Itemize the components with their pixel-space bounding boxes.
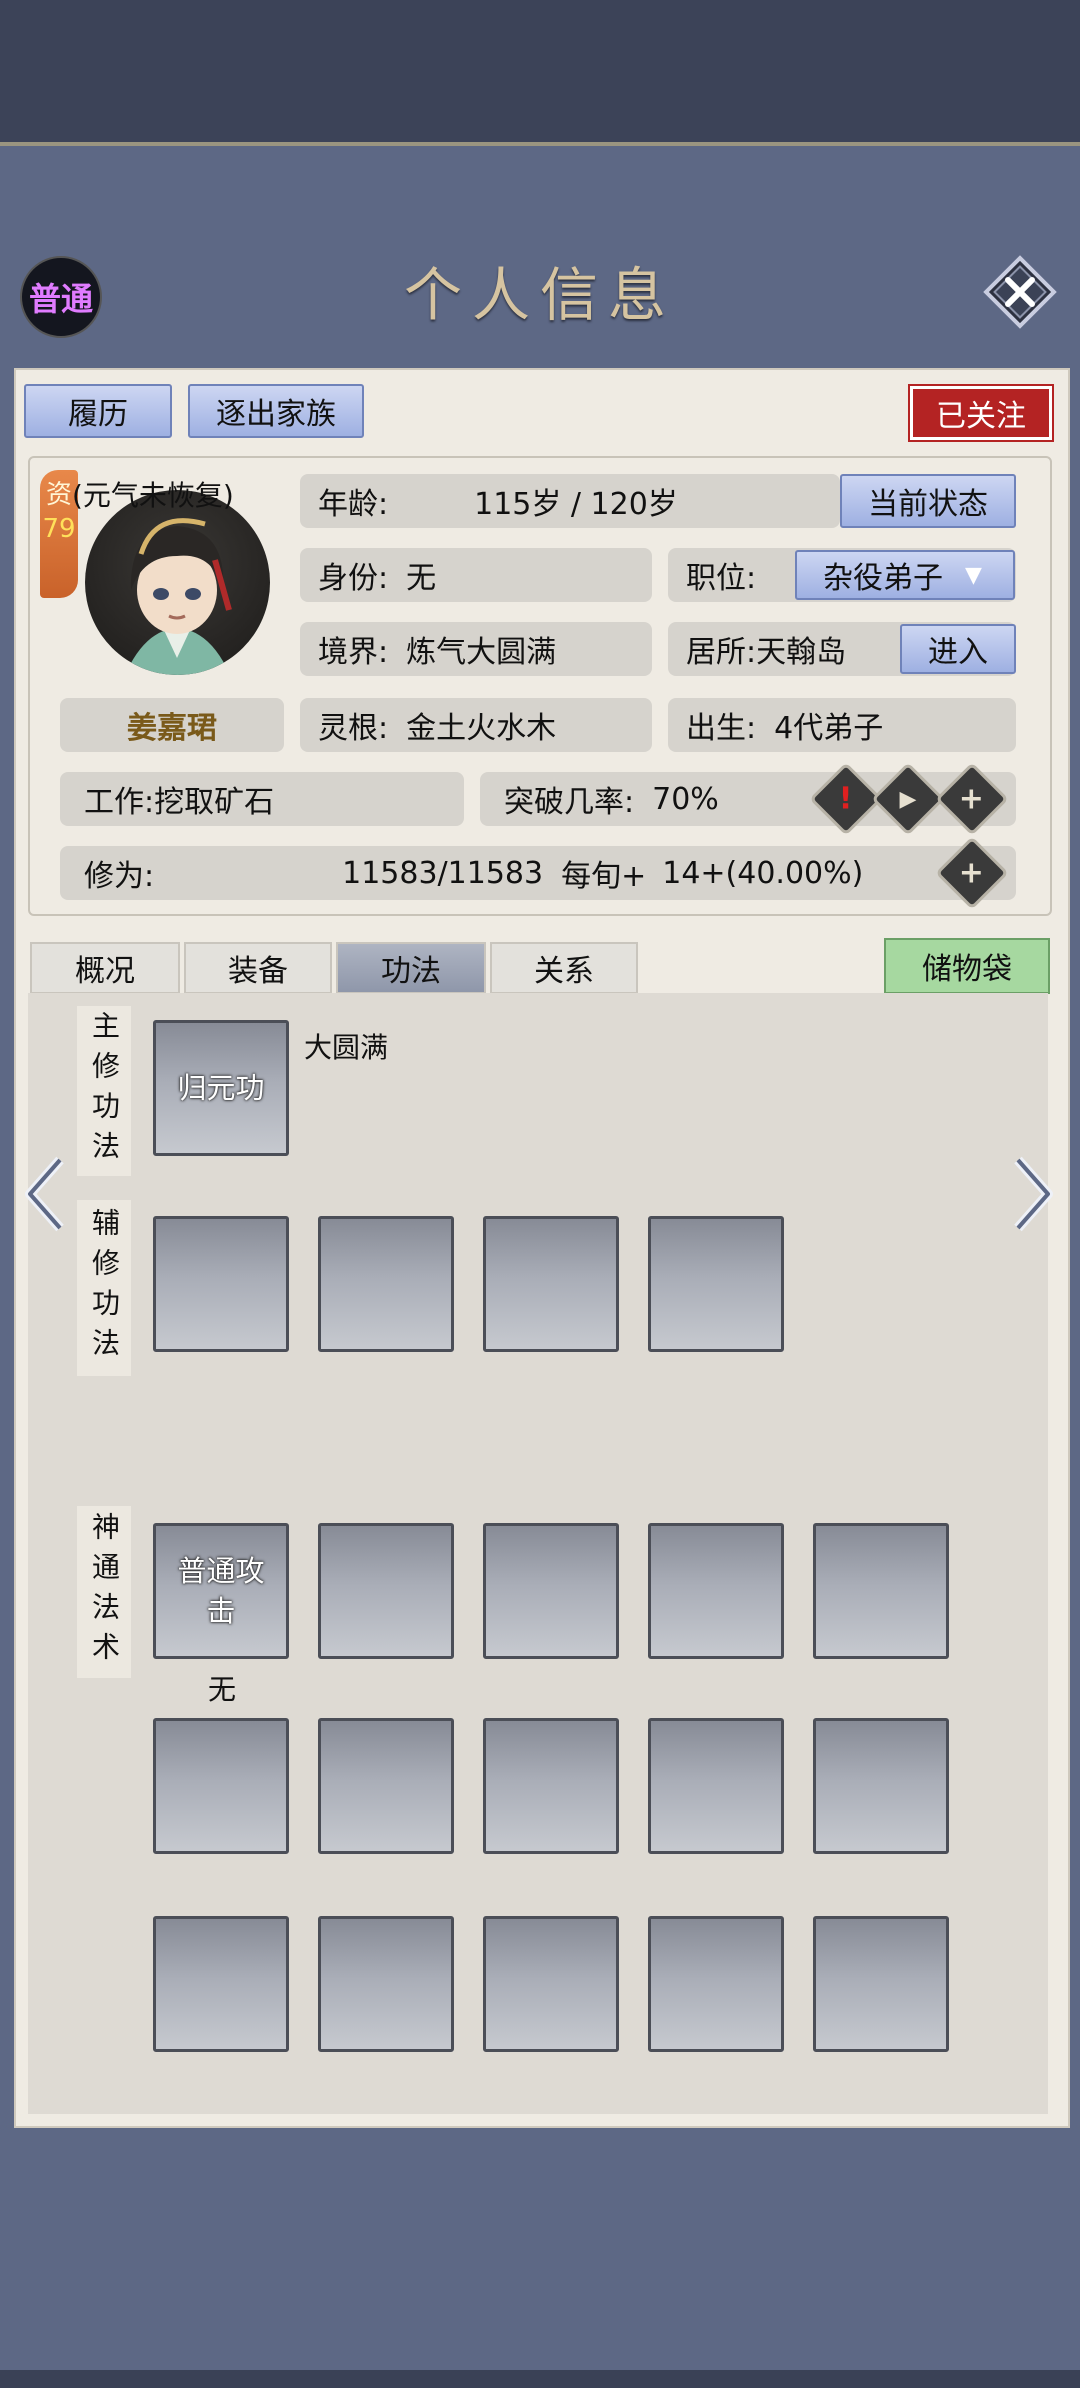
magic-slot[interactable]	[648, 1916, 784, 2052]
magic-label: 神通法术	[77, 1506, 131, 1678]
position-dropdown[interactable]: 杂役弟子 ▼	[795, 550, 1015, 600]
work-field: 工作: 挖取矿石	[60, 772, 464, 826]
play-icon: ▶	[899, 786, 917, 812]
plus-icon: +	[959, 781, 985, 817]
age-value: 115岁 / 120岁	[474, 487, 678, 522]
magic-slot[interactable]	[483, 1523, 619, 1659]
realm-label: 境界:	[318, 635, 389, 670]
exclamation-icon: !	[839, 781, 853, 817]
avatar[interactable]	[85, 490, 270, 675]
per-period-value: 14+(40.00%)	[662, 855, 864, 891]
birth-field: 出生: 4代弟子	[668, 698, 1016, 752]
magic-slot[interactable]	[318, 1718, 454, 1854]
aux-skill-slot[interactable]	[318, 1216, 454, 1352]
main-skill-label-text: 主修功法	[88, 1011, 121, 1171]
next-arrow[interactable]	[1012, 1154, 1056, 1234]
work-value: 挖取矿石	[154, 785, 275, 820]
storage-bag-button[interactable]: 储物袋	[884, 938, 1050, 994]
main-skill-level: 大圆满	[304, 1031, 389, 1064]
top-band	[0, 0, 1080, 146]
character-name: 姜嘉珺	[60, 698, 284, 752]
bottom-band	[0, 2370, 1080, 2388]
aux-skill-slot[interactable]	[153, 1216, 289, 1352]
chevron-right-icon	[1014, 1156, 1053, 1232]
magic-slot[interactable]	[153, 1718, 289, 1854]
cultivation-field: 修为: 11583/11583 每旬+ 14+(40.00%)	[60, 846, 1016, 900]
birth-value: 4代弟子	[774, 711, 884, 746]
aptitude-value: 79	[42, 514, 76, 544]
realm-value: 炼气大圆满	[406, 635, 557, 670]
main-skill-label: 主修功法	[77, 1006, 131, 1176]
magic-slot[interactable]	[483, 1916, 619, 2052]
aux-skill-slot[interactable]	[483, 1216, 619, 1352]
character-portrait	[125, 518, 232, 675]
position-label: 职位:	[686, 561, 757, 596]
root-value: 金土火水木	[406, 711, 557, 746]
residence-label: 居所:	[686, 635, 757, 670]
history-button[interactable]: 履历	[24, 384, 172, 438]
prev-arrow[interactable]	[22, 1154, 66, 1234]
identity-label: 身份:	[318, 561, 389, 596]
close-button[interactable]	[980, 252, 1060, 332]
chevron-left-icon	[25, 1156, 64, 1232]
magic-slot[interactable]	[318, 1916, 454, 2052]
identity-field: 身份: 无	[300, 548, 652, 602]
residence-value: 天翰岛	[756, 635, 847, 670]
position-value: 杂役弟子	[823, 561, 943, 596]
current-status-button[interactable]: 当前状态	[840, 474, 1016, 528]
chevron-down-icon: ▼	[965, 562, 982, 588]
magic-slot[interactable]	[813, 1523, 949, 1659]
magic-slot[interactable]	[813, 1718, 949, 1854]
age-field: 年龄: 115岁 / 120岁	[300, 474, 840, 528]
breakthrough-label: 突破几率:	[504, 785, 635, 820]
aux-skill-slot[interactable]	[648, 1216, 784, 1352]
work-label: 工作:	[84, 785, 155, 820]
age-label: 年龄:	[318, 487, 389, 522]
birth-label: 出生:	[686, 711, 757, 746]
plus-icon: +	[959, 855, 985, 891]
magic-slot[interactable]	[813, 1916, 949, 2052]
magic-slot[interactable]: 普通攻击	[153, 1523, 289, 1659]
close-icon	[983, 255, 1057, 329]
magic-slot[interactable]	[648, 1718, 784, 1854]
tab-overview[interactable]: 概况	[30, 942, 180, 994]
rank-badge[interactable]: 普通	[20, 256, 102, 338]
root-field: 灵根: 金土火水木	[300, 698, 652, 752]
cultivation-value: 11583/11583	[342, 855, 544, 891]
expel-button[interactable]: 逐出家族	[188, 384, 364, 438]
breakthrough-value: 70%	[652, 781, 719, 817]
per-period-label: 每旬+	[561, 859, 647, 894]
magic-slot[interactable]	[153, 1916, 289, 2052]
aux-skill-label: 辅修功法	[77, 1200, 131, 1376]
tab-skills[interactable]: 功法	[336, 942, 486, 994]
tab-equipment[interactable]: 装备	[184, 942, 332, 994]
status-note: (元气未恢复)	[72, 479, 234, 512]
followed-button[interactable]: 已关注	[908, 384, 1054, 442]
cultivation-label: 修为:	[84, 859, 155, 894]
realm-field: 境界: 炼气大圆满	[300, 622, 652, 676]
magic-level: 无	[208, 1673, 237, 1706]
tab-relations[interactable]: 关系	[490, 942, 638, 994]
magic-slot[interactable]	[318, 1523, 454, 1659]
aux-skill-label-text: 辅修功法	[88, 1208, 121, 1368]
root-label: 灵根:	[318, 711, 389, 746]
main-skill-slot[interactable]: 归元功	[153, 1020, 289, 1156]
magic-slot[interactable]	[648, 1523, 784, 1659]
identity-value: 无	[406, 561, 437, 596]
magic-slot[interactable]	[483, 1718, 619, 1854]
magic-label-text: 神通法术	[88, 1512, 121, 1672]
enter-button[interactable]: 进入	[900, 624, 1016, 674]
page-title: 个人信息	[403, 261, 676, 329]
